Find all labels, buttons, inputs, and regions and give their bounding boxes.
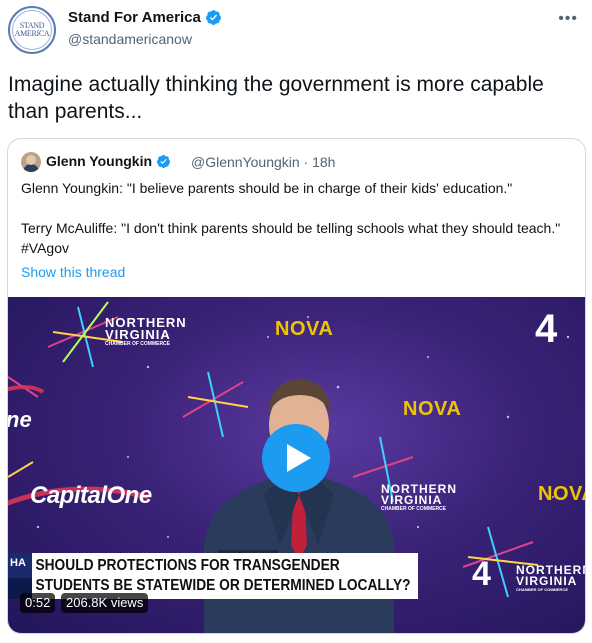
quoted-text-line2: Terry McAuliffe: "I don't think parents … [21,220,561,256]
lower-third-line1: SHOULD PROTECTIONS FOR TRANSGENDER [35,557,340,574]
author-avatar[interactable]: STAND AMERICA [8,6,56,54]
stand-for-america-logo: STAND AMERICA [12,10,52,50]
quoted-tweet[interactable]: Glenn Youngkin @GlennYoungkin · 18h Glen… [7,138,586,634]
quoted-author-name[interactable]: Glenn Youngkin [46,153,171,169]
nbc4-logo: 4 [472,555,491,593]
video-duration-badge: 0:52 [20,593,56,613]
play-button[interactable] [262,424,330,492]
nova-logo: NOVA [538,483,585,505]
author-name-text[interactable]: Stand For America [68,9,201,26]
verified-badge-icon [205,10,221,25]
quoted-author-name-text[interactable]: Glenn Youngkin [46,153,152,169]
author-handle[interactable]: @standamericanow [68,31,192,47]
video-views-badge: 206.8K views [61,593,149,613]
play-icon [287,444,311,472]
verified-badge-icon [156,154,171,168]
author-name[interactable]: Stand For America [68,9,222,26]
northern-virginia-logo: NORTHERN VIRGINIA CHAMBER OF COMMERCE [516,563,585,592]
show-thread-link[interactable]: Show this thread [21,262,576,282]
tweet-text: Imagine actually thinking the government… [8,73,544,123]
quoted-text-line1: Glenn Youngkin: "I believe parents shoul… [21,180,513,196]
northern-virginia-logo: NORTHERN VIRGINIA CHAMBER OF COMMERCE [105,315,187,347]
tweet: STAND AMERICA Stand For America @standam… [0,0,592,643]
nova-logo: NOVA [275,318,334,340]
capital-one-logo-partial: ne [8,407,32,432]
nbc4-logo: 4 [535,307,558,351]
capital-one-logo: CapitalOne [30,482,152,509]
quoted-author-avatar[interactable] [21,152,41,172]
video-player[interactable]: NORTHERN VIRGINIA CHAMBER OF COMMERCE NO… [8,297,585,633]
quoted-author-handle-time[interactable]: @GlennYoungkin · 18h [191,154,335,170]
nova-logo: NOVA [403,398,462,420]
more-options-icon[interactable]: ••• [558,10,578,28]
